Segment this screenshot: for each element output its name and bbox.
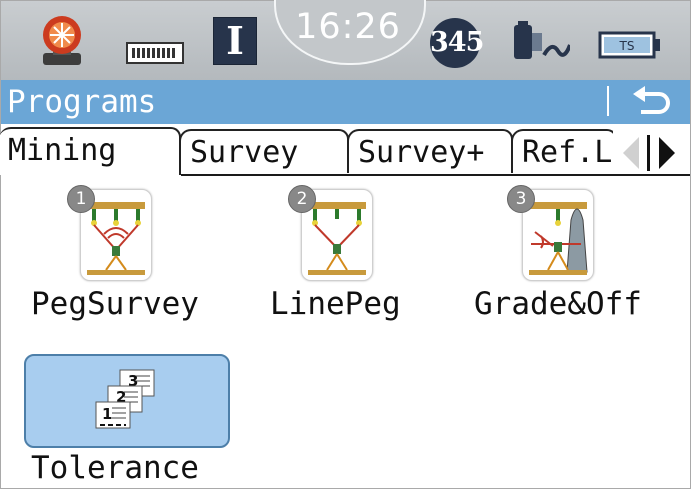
tab-baseline	[181, 174, 690, 176]
prism-icon[interactable]	[33, 15, 91, 67]
chevron-left-icon[interactable]	[617, 135, 645, 171]
tab-mining[interactable]: Mining	[0, 127, 181, 175]
program-grade-off[interactable]: 3 Grade&Off	[470, 185, 680, 335]
tolerance-icon: 3 2 1	[95, 369, 155, 429]
chevron-right-icon[interactable]	[653, 135, 681, 171]
title-bar: Programs	[1, 80, 690, 124]
battery-label: TS	[619, 39, 635, 53]
program-number-badge: 3	[507, 185, 535, 213]
scroll-divider	[647, 135, 650, 171]
program-label: LinePeg	[270, 286, 401, 322]
program-linepeg[interactable]: 2 LinePeg	[245, 185, 445, 335]
page-title: Programs	[7, 84, 157, 120]
clock-time: 16:26	[295, 7, 401, 47]
program-label: Grade&Off	[474, 286, 642, 322]
tab-survey-plus[interactable]: Survey+	[347, 129, 513, 173]
program-number-badge: 1	[67, 185, 95, 213]
program-number-badge: 2	[288, 185, 316, 213]
program-label-tolerance: Tolerance	[31, 450, 199, 486]
back-arrow-icon[interactable]	[621, 84, 677, 120]
tab-ref-line[interactable]: Ref.Line	[511, 129, 617, 173]
tab-survey[interactable]: Survey	[179, 129, 349, 173]
status-bar: I 16:26 345 TS	[1, 0, 690, 80]
tab-bar: Mining Survey Survey+ Ref.Line	[0, 124, 690, 177]
program-tolerance[interactable]: 3 2 1	[24, 354, 230, 448]
title-separator	[607, 86, 609, 116]
program-pegsurvey[interactable]: 1 PegSurvey	[0, 185, 240, 335]
face-badge[interactable]: 345	[430, 18, 484, 68]
edm-laser-icon[interactable]	[512, 19, 570, 65]
tab-scroll-arrows	[613, 131, 685, 173]
battery-icon: TS	[598, 31, 660, 59]
battery-level-bar-icon	[126, 42, 184, 64]
program-label: PegSurvey	[31, 286, 199, 322]
face-mode-indicator[interactable]: I	[213, 17, 257, 65]
svg-text:1: 1	[102, 405, 112, 423]
